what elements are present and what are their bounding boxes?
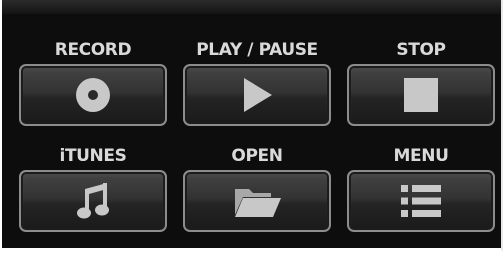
record-control: RECORD — [18, 40, 168, 126]
play-pause-label: PLAY / PAUSE — [196, 40, 318, 60]
itunes-button[interactable] — [19, 170, 167, 232]
menu-button[interactable] — [347, 170, 495, 232]
list-icon — [401, 185, 441, 217]
menu-control: MENU — [346, 146, 496, 232]
record-button[interactable] — [19, 64, 167, 126]
stop-control: STOP — [346, 40, 496, 126]
stop-button[interactable] — [347, 64, 495, 126]
open-control: OPEN — [182, 146, 332, 232]
play-pause-control: PLAY / PAUSE — [182, 40, 332, 126]
stop-icon — [404, 78, 438, 112]
folder-icon — [233, 185, 281, 217]
itunes-label: iTUNES — [59, 146, 127, 166]
music-note-icon — [77, 183, 109, 219]
open-label: OPEN — [231, 146, 283, 166]
play-icon — [242, 78, 272, 112]
disc-icon — [75, 77, 111, 113]
panel-top-bar — [2, 0, 501, 14]
stop-label: STOP — [396, 40, 446, 60]
record-label: RECORD — [54, 40, 132, 60]
play-pause-button[interactable] — [183, 64, 331, 126]
control-panel: RECORD PLAY / PAUSE STOP iTUNES OPEN MEN… — [0, 0, 503, 254]
menu-label: MENU — [393, 146, 449, 166]
open-button[interactable] — [183, 170, 331, 232]
itunes-control: iTUNES — [18, 146, 168, 232]
